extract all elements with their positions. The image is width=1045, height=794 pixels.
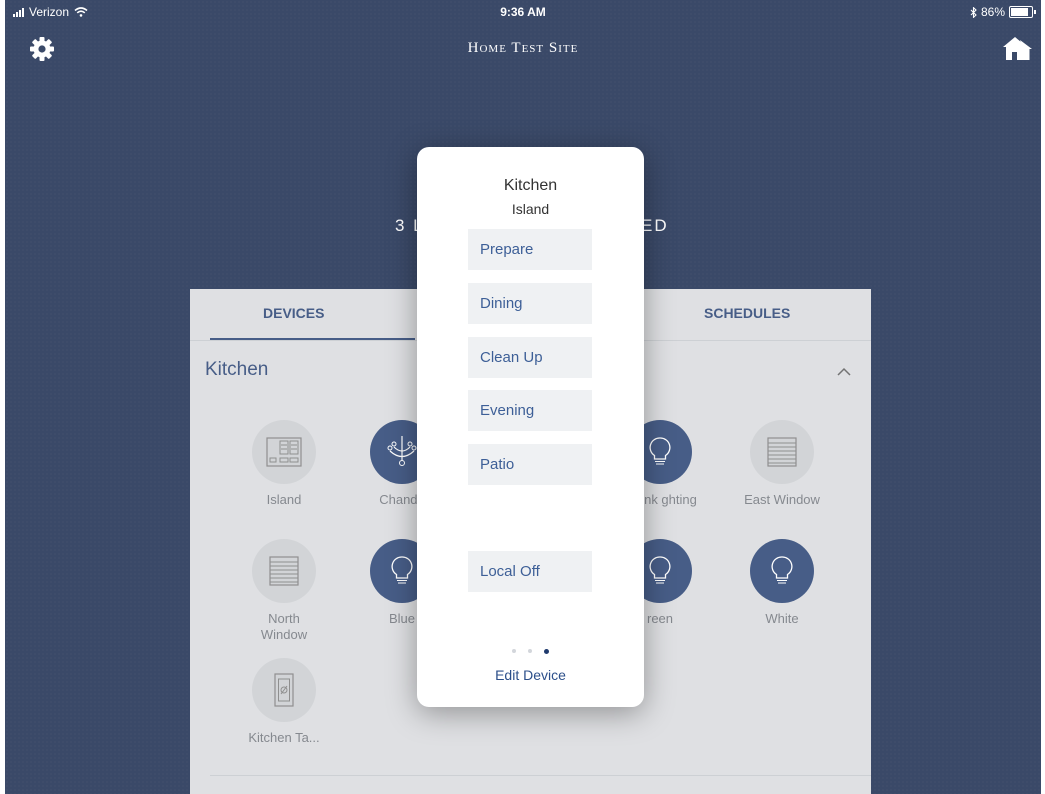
popup-device-name: Island — [511, 201, 550, 217]
page-dot[interactable] — [528, 649, 532, 653]
page-indicator[interactable] — [417, 648, 644, 654]
local-off-button[interactable]: Local Off — [468, 551, 592, 592]
page-dot-active[interactable] — [544, 648, 549, 654]
scene-button-clean-up[interactable]: Clean Up — [468, 337, 592, 378]
scene-button-evening[interactable]: Evening — [468, 390, 592, 431]
edit-device-link[interactable]: Edit Device — [417, 667, 644, 683]
page-dot[interactable] — [512, 649, 516, 653]
scene-button-dining[interactable]: Dining — [468, 283, 592, 324]
device-frame: Verizon 9:36 AM 86% Home Test Site 3 L E… — [0, 0, 1045, 794]
device-popup: Kitchen Island Prepare Dining Clean Up E… — [417, 147, 644, 707]
scene-button-prepare[interactable]: Prepare — [468, 229, 592, 270]
scene-button-patio[interactable]: Patio — [468, 444, 592, 485]
app-screen: Verizon 9:36 AM 86% Home Test Site 3 L E… — [5, 0, 1041, 794]
popup-room-title: Kitchen — [503, 177, 558, 194]
